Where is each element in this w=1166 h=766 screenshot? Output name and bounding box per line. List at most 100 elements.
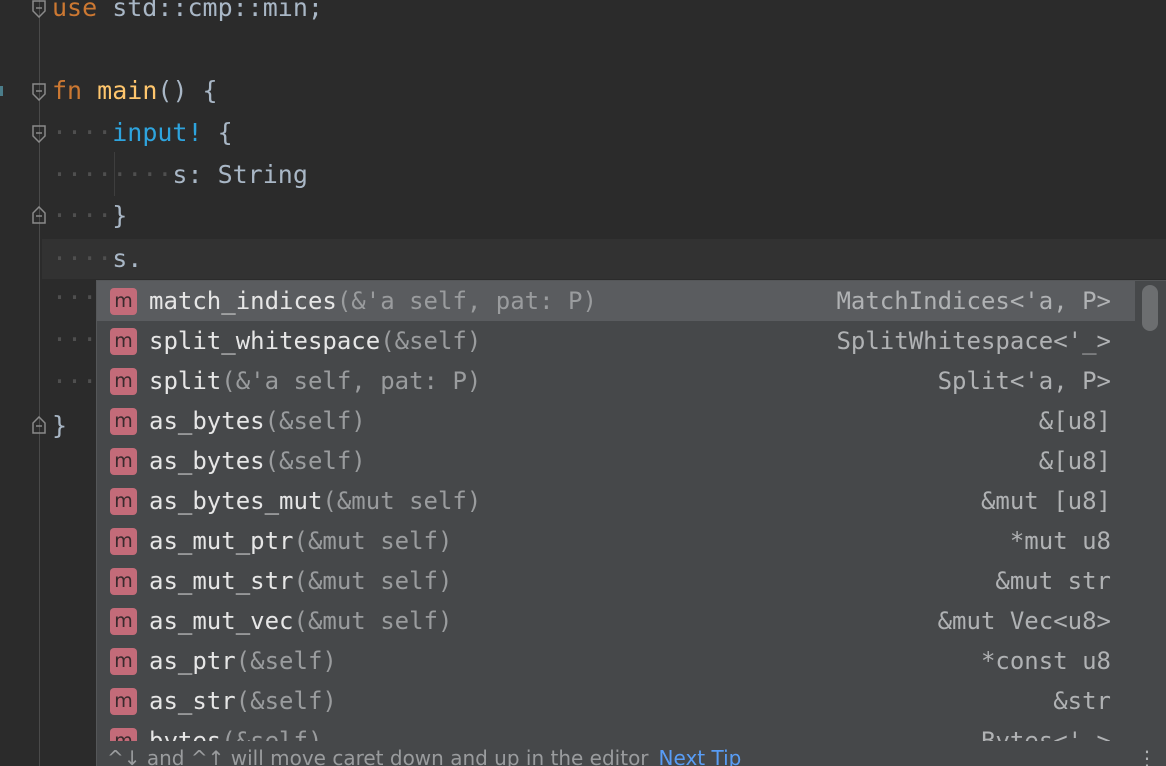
fold-marker-icon[interactable] <box>31 125 47 143</box>
completion-scrollbar[interactable] <box>1135 281 1166 741</box>
completion-item-label: split(&'a self, pat: P) <box>149 361 481 401</box>
method-kind-icon: m <box>110 328 137 355</box>
code-text: } <box>52 411 68 440</box>
return-type: &mut [u8] <box>980 487 1111 515</box>
completion-item-label: split_whitespace(&self) <box>149 321 481 361</box>
keyword: use <box>52 0 98 22</box>
completion-item[interactable]: m as_mut_str(&mut self) &mut str <box>97 561 1135 601</box>
footer-hint-text: ^↓ and ^↑ will move caret down and up in… <box>107 746 649 766</box>
completion-list[interactable]: m match_indices(&'a self, pat: P) MatchInd… <box>97 281 1135 741</box>
completion-item-label: as_ptr(&self) <box>149 641 337 681</box>
fold-end-marker-icon[interactable] <box>31 206 47 224</box>
code-line-current[interactable]: ····s. <box>52 239 142 279</box>
more-options-icon[interactable]: ⋮ <box>1137 741 1157 766</box>
method-kind-icon: m <box>110 288 137 315</box>
indent-whitespace: ··· <box>52 367 98 396</box>
completion-item-label: as_mut_vec(&mut self) <box>149 601 452 641</box>
method-signature: (&self) <box>264 447 366 475</box>
return-type: Bytes<'_> <box>980 727 1111 741</box>
code-editor[interactable]: use std::cmp::min; fn main() { ····input… <box>0 0 1166 766</box>
method-signature: (&'a self, pat: P) <box>336 287 597 315</box>
code-text: s. <box>112 244 143 273</box>
return-type: &mut str <box>995 567 1111 595</box>
method-signature: (&self) <box>235 687 337 715</box>
completion-popup[interactable]: m match_indices(&'a self, pat: P) MatchInd… <box>96 280 1166 766</box>
next-tip-link[interactable]: Next Tip <box>659 746 742 766</box>
completion-item-label: as_bytes_mut(&mut self) <box>149 481 481 521</box>
footer-hint: ^↓ and ^↑ will move caret down and up in… <box>107 741 741 766</box>
method-kind-icon: m <box>110 728 137 741</box>
method-kind-icon: m <box>110 648 137 675</box>
code-text: { <box>202 118 233 147</box>
code-line-macro[interactable]: ····input! { <box>52 113 233 153</box>
return-type: &str <box>1053 687 1111 715</box>
keyword: fn <box>52 76 83 105</box>
indent-whitespace: ···· <box>52 201 113 230</box>
completion-item-label: as_bytes(&self) <box>149 401 366 441</box>
completion-item-label: as_str(&self) <box>149 681 337 721</box>
method-signature: (&'a self, pat: P) <box>221 367 482 395</box>
method-signature: (&mut self) <box>322 487 482 515</box>
code-line-close-inner[interactable]: ····} <box>52 196 127 236</box>
completion-item[interactable]: m as_mut_ptr(&mut self) *mut u8 <box>97 521 1135 561</box>
scrollbar-thumb[interactable] <box>1142 285 1158 331</box>
completion-item[interactable]: m as_ptr(&self) *const u8 <box>97 641 1135 681</box>
fold-end-marker-icon[interactable] <box>31 416 47 434</box>
method-name: as_bytes <box>149 447 265 475</box>
code-line-use[interactable]: use std::cmp::min; <box>52 0 323 28</box>
return-type: &mut Vec<u8> <box>937 607 1111 635</box>
method-signature: (&self) <box>264 407 366 435</box>
return-type: MatchIndices<'a, P> <box>836 287 1111 315</box>
completion-item-label: as_bytes(&self) <box>149 441 366 481</box>
method-kind-icon: m <box>110 608 137 635</box>
completion-item-label: as_mut_str(&mut self) <box>149 561 452 601</box>
code-text: } <box>112 201 128 230</box>
code-line-field[interactable]: ········s: String <box>52 155 308 195</box>
fold-marker-icon[interactable] <box>31 83 47 101</box>
current-line-highlight <box>42 239 1166 279</box>
method-signature: (&self) <box>235 647 337 675</box>
code-text: s: String <box>172 160 308 189</box>
return-type: &[u8] <box>1038 447 1111 475</box>
completion-item[interactable]: m match_indices(&'a self, pat: P) MatchInd… <box>97 281 1135 321</box>
indent-whitespace: ···· <box>52 244 113 273</box>
completion-item-label: as_mut_ptr(&mut self) <box>149 521 452 561</box>
completion-item[interactable]: m as_mut_vec(&mut self) &mut Vec<u8> <box>97 601 1135 641</box>
completion-item[interactable]: m bytes(&self) Bytes<'_> <box>97 721 1135 741</box>
method-name: split_whitespace <box>149 327 381 355</box>
method-kind-icon: m <box>110 368 137 395</box>
completion-item[interactable]: m as_bytes(&self) &[u8] <box>97 441 1135 481</box>
completion-item[interactable]: m as_bytes_mut(&mut self) &mut [u8] <box>97 481 1135 521</box>
method-name: as_str <box>149 687 236 715</box>
method-kind-icon: m <box>110 528 137 555</box>
return-type: *const u8 <box>980 647 1111 675</box>
code-text: std::cmp::min; <box>97 0 323 22</box>
code-line-close-outer[interactable]: } <box>52 406 67 446</box>
method-signature: (&mut self) <box>293 607 453 635</box>
return-type: &[u8] <box>1038 407 1111 435</box>
completion-item[interactable]: m split(&'a self, pat: P) Split<'a, P> <box>97 361 1135 401</box>
code-line-fn-main[interactable]: fn main() { <box>52 71 218 111</box>
completion-footer: ^↓ and ^↑ will move caret down and up in… <box>97 741 1166 766</box>
method-signature: (&mut self) <box>293 527 453 555</box>
code-text: () { <box>157 76 218 105</box>
gutter-change-marker <box>0 86 3 96</box>
return-type: Split<'a, P> <box>937 367 1111 395</box>
indent-whitespace: ········ <box>52 160 173 189</box>
completion-item[interactable]: m as_bytes(&self) &[u8] <box>97 401 1135 441</box>
completion-item[interactable]: m as_str(&self) &str <box>97 681 1135 721</box>
fold-marker-icon[interactable] <box>31 0 47 18</box>
method-name: as_mut_vec <box>149 607 294 635</box>
indent-whitespace: ··· <box>52 325 98 354</box>
method-name: split <box>149 367 222 395</box>
method-signature: (&mut self) <box>293 567 453 595</box>
return-type: *mut u8 <box>1009 527 1111 555</box>
method-name: as_bytes_mut <box>149 487 323 515</box>
gutter-divider <box>39 0 40 766</box>
macro-name: input! <box>112 118 203 147</box>
completion-item[interactable]: m split_whitespace(&self) SplitWhitespace<… <box>97 321 1135 361</box>
completion-item-label: match_indices(&'a self, pat: P) <box>149 281 597 321</box>
method-kind-icon: m <box>110 688 137 715</box>
function-name: main <box>97 76 158 105</box>
method-kind-icon: m <box>110 408 137 435</box>
